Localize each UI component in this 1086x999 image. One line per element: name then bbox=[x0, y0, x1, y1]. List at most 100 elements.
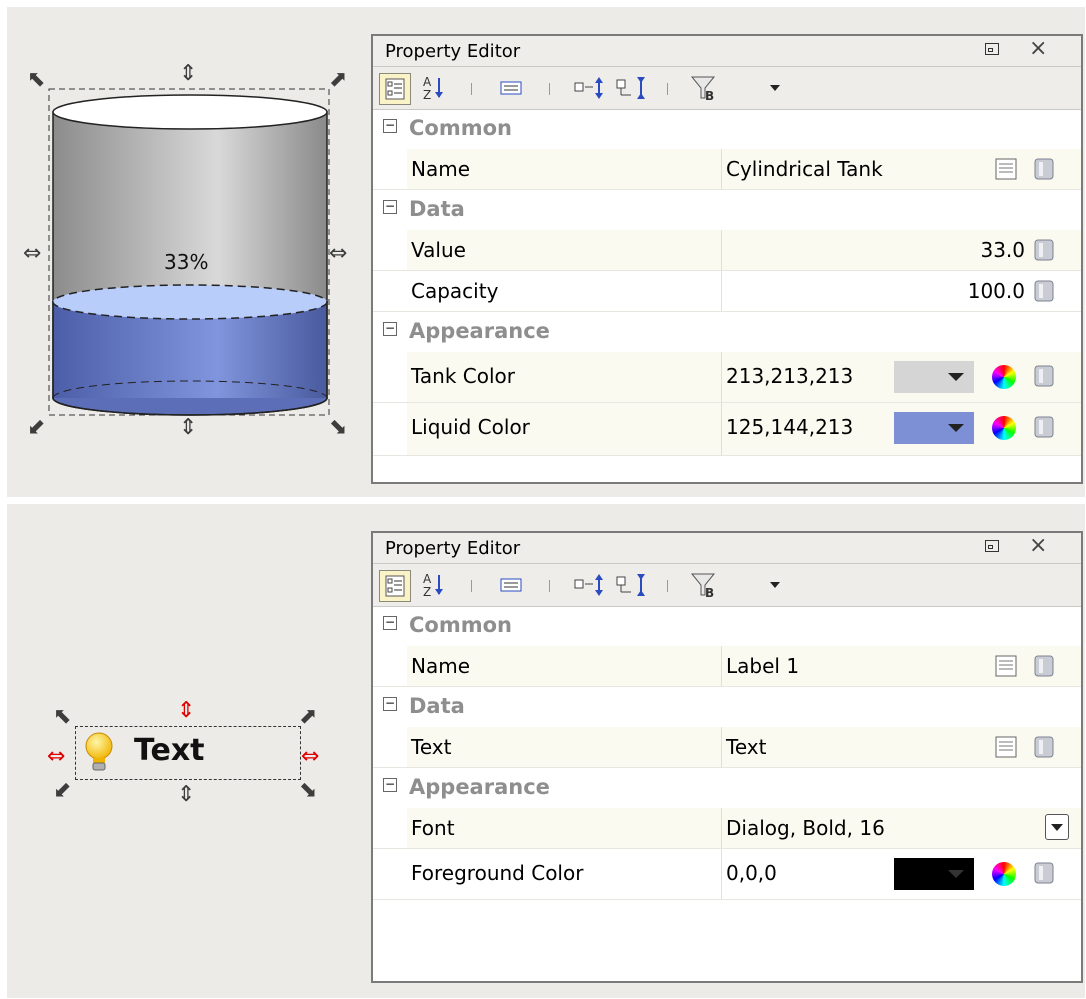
collapse-toggle[interactable]: − bbox=[383, 616, 397, 630]
color-wheel-icon[interactable] bbox=[992, 416, 1016, 440]
property-row-liquid-color[interactable]: Liquid Color 125,144,213 bbox=[373, 403, 1081, 456]
collapse-toggle[interactable]: − bbox=[383, 778, 397, 792]
color-swatch-dropdown[interactable] bbox=[894, 412, 974, 444]
collapse-toggle[interactable]: − bbox=[383, 119, 397, 133]
binding-icon[interactable] bbox=[1032, 279, 1056, 303]
svg-text:A: A bbox=[423, 75, 432, 89]
font-chooser-button[interactable] bbox=[1045, 814, 1069, 840]
property-row-foreground-color[interactable]: Foreground Color 0,0,0 bbox=[373, 849, 1081, 900]
sort-alphabetical-icon[interactable]: AZ bbox=[419, 75, 453, 101]
category-appearance[interactable]: − Appearance bbox=[373, 768, 1081, 808]
dropdown-menu-icon[interactable] bbox=[765, 75, 785, 101]
binding-icon[interactable] bbox=[1032, 861, 1056, 885]
property-name: Liquid Color bbox=[411, 415, 530, 439]
category-label: Data bbox=[409, 694, 465, 718]
resize-s-handle[interactable]: ⇕ bbox=[177, 784, 195, 806]
collapse-all-icon[interactable] bbox=[615, 572, 649, 598]
category-data[interactable]: − Data bbox=[373, 190, 1081, 230]
binding-icon[interactable] bbox=[1032, 654, 1056, 678]
resize-se-handle[interactable]: ⬊ bbox=[299, 780, 317, 802]
move-horizontal-w-handle[interactable]: ⇔ bbox=[47, 746, 65, 768]
sort-alphabetical-icon[interactable]: AZ bbox=[419, 572, 453, 598]
color-swatch-dropdown[interactable] bbox=[894, 858, 974, 890]
svg-text:B: B bbox=[705, 586, 714, 599]
resize-se-handle[interactable]: ⬊ bbox=[329, 417, 347, 439]
property-name: Font bbox=[411, 816, 455, 840]
binding-icon[interactable] bbox=[1032, 735, 1056, 759]
category-data[interactable]: − Data bbox=[373, 687, 1081, 727]
collapse-toggle[interactable]: − bbox=[383, 697, 397, 711]
category-common[interactable]: − Common bbox=[373, 109, 1081, 149]
property-value[interactable]: Text bbox=[726, 735, 766, 759]
property-row-font[interactable]: Font Dialog, Bold, 16 bbox=[373, 808, 1081, 849]
chevron-down-icon bbox=[948, 424, 964, 432]
category-common[interactable]: − Common bbox=[373, 606, 1081, 646]
property-value[interactable]: 213,213,213 bbox=[726, 364, 853, 388]
resize-e-handle[interactable]: ⇔ bbox=[329, 243, 347, 265]
collapse-toggle[interactable]: − bbox=[383, 322, 397, 336]
resize-nw-handle[interactable]: ⬉ bbox=[53, 706, 71, 728]
property-value[interactable]: Cylindrical Tank bbox=[726, 157, 883, 181]
property-value[interactable]: Dialog, Bold, 16 bbox=[726, 816, 885, 840]
property-row-name[interactable]: Name Label 1 bbox=[373, 646, 1081, 687]
filter-bindings-icon[interactable]: B bbox=[687, 572, 721, 599]
restore-window-icon[interactable] bbox=[985, 43, 999, 55]
binding-icon[interactable] bbox=[1032, 364, 1056, 388]
label-component[interactable]: Text bbox=[75, 726, 301, 780]
property-name: Name bbox=[411, 157, 471, 181]
description-icon[interactable] bbox=[497, 75, 525, 101]
tank-designer-panel: 33% ⬉ ⇕ ⬈ ⇔ ⇔ ⬋ ⇕ ⬊ Property Editor × AZ bbox=[7, 7, 1085, 497]
cylindrical-tank[interactable]: 33% bbox=[27, 62, 367, 442]
edit-text-icon[interactable] bbox=[994, 157, 1018, 181]
categorized-view-icon[interactable] bbox=[379, 73, 411, 105]
lightbulb-icon bbox=[85, 732, 113, 771]
expand-all-icon[interactable] bbox=[573, 75, 607, 101]
property-value[interactable]: 125,144,213 bbox=[726, 415, 853, 439]
property-editor-toolbar: AZ B bbox=[373, 564, 1081, 607]
resize-w-handle[interactable]: ⇔ bbox=[23, 243, 41, 265]
resize-n-handle[interactable]: ⇕ bbox=[179, 63, 197, 85]
collapse-toggle[interactable]: − bbox=[383, 200, 397, 214]
resize-sw-handle[interactable]: ⬋ bbox=[53, 780, 71, 802]
color-swatch-dropdown[interactable] bbox=[894, 361, 974, 393]
property-value[interactable]: 100.0 bbox=[968, 279, 1025, 303]
property-row-text[interactable]: Text Text bbox=[373, 727, 1081, 768]
resize-ne-handle[interactable]: ⬈ bbox=[299, 706, 317, 728]
property-value[interactable]: Label 1 bbox=[726, 654, 799, 678]
property-value[interactable]: 0,0,0 bbox=[726, 861, 777, 885]
property-value[interactable]: 33.0 bbox=[980, 238, 1025, 262]
description-icon[interactable] bbox=[497, 572, 525, 598]
move-vertical-handle[interactable]: ⇕ bbox=[177, 700, 195, 722]
property-row-value[interactable]: Value 33.0 bbox=[373, 230, 1081, 271]
color-wheel-icon[interactable] bbox=[992, 862, 1016, 886]
expand-all-icon[interactable] bbox=[573, 572, 607, 598]
resize-s-handle[interactable]: ⇕ bbox=[179, 417, 197, 439]
property-row-tank-color[interactable]: Tank Color 213,213,213 bbox=[373, 352, 1081, 403]
close-icon[interactable]: × bbox=[1029, 36, 1047, 61]
property-name: Name bbox=[411, 654, 471, 678]
resize-sw-handle[interactable]: ⬋ bbox=[27, 417, 45, 439]
label-text: Text bbox=[134, 733, 205, 768]
edit-text-icon[interactable] bbox=[994, 654, 1018, 678]
binding-icon[interactable] bbox=[1032, 157, 1056, 181]
edit-text-icon[interactable] bbox=[994, 735, 1018, 759]
resize-ne-handle[interactable]: ⬈ bbox=[329, 69, 347, 91]
tank-value-label: 33% bbox=[164, 250, 209, 274]
categorized-view-icon[interactable] bbox=[379, 570, 411, 602]
property-editor: Property Editor × AZ B bbox=[371, 531, 1083, 983]
dropdown-menu-icon[interactable] bbox=[765, 572, 785, 598]
close-icon[interactable]: × bbox=[1029, 533, 1047, 558]
filter-bindings-icon[interactable]: B bbox=[687, 75, 721, 102]
binding-icon[interactable] bbox=[1032, 238, 1056, 262]
category-appearance[interactable]: − Appearance bbox=[373, 312, 1081, 352]
color-wheel-icon[interactable] bbox=[992, 365, 1016, 389]
collapse-all-icon[interactable] bbox=[615, 75, 649, 101]
binding-icon[interactable] bbox=[1032, 415, 1056, 439]
property-row-capacity[interactable]: Capacity 100.0 bbox=[373, 271, 1081, 312]
restore-window-icon[interactable] bbox=[985, 540, 999, 552]
move-horizontal-e-handle[interactable]: ⇔ bbox=[301, 746, 319, 768]
property-name: Foreground Color bbox=[411, 861, 584, 885]
property-row-name[interactable]: Name Cylindrical Tank bbox=[373, 149, 1081, 190]
resize-nw-handle[interactable]: ⬉ bbox=[27, 69, 45, 91]
property-name: Tank Color bbox=[411, 364, 515, 388]
